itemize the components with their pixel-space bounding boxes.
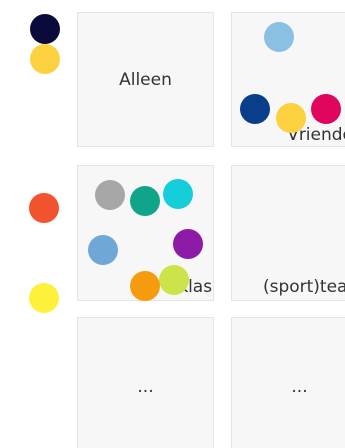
avatar-dot-grey[interactable]	[95, 180, 125, 210]
avatar-dot-darkblue[interactable]	[240, 94, 270, 124]
group-board: Alleen Klas ... Vrienden (sport)team ...	[0, 0, 345, 448]
card-alleen[interactable]: Alleen	[77, 12, 214, 147]
avatar-dot-steelblue[interactable]	[88, 235, 118, 265]
avatar-dot-red[interactable]	[29, 193, 59, 223]
avatar-dot-green[interactable]	[130, 186, 160, 216]
card-sportteam[interactable]: (sport)team	[231, 165, 345, 301]
avatar-dot-purple[interactable]	[173, 229, 203, 259]
card-placeholder-a-label: ...	[137, 377, 154, 397]
avatar-dot-gold[interactable]	[276, 103, 306, 133]
avatar-dot-yellow[interactable]	[30, 44, 60, 74]
avatar-dot-navy[interactable]	[30, 14, 60, 44]
card-sportteam-label: (sport)team	[262, 277, 345, 297]
avatar-dot-orange[interactable]	[130, 271, 160, 301]
avatar-dot-lime[interactable]	[159, 265, 189, 295]
avatar-dot-lightblue[interactable]	[264, 22, 294, 52]
avatar-dot-magenta[interactable]	[311, 94, 341, 124]
card-placeholder-a[interactable]: ...	[77, 317, 214, 448]
card-alleen-label: Alleen	[119, 69, 172, 90]
avatar-dot-cyan[interactable]	[163, 179, 193, 209]
avatar-dot-lemon[interactable]	[29, 283, 59, 313]
card-placeholder-b[interactable]: ...	[231, 317, 345, 448]
card-placeholder-b-label: ...	[291, 377, 308, 397]
